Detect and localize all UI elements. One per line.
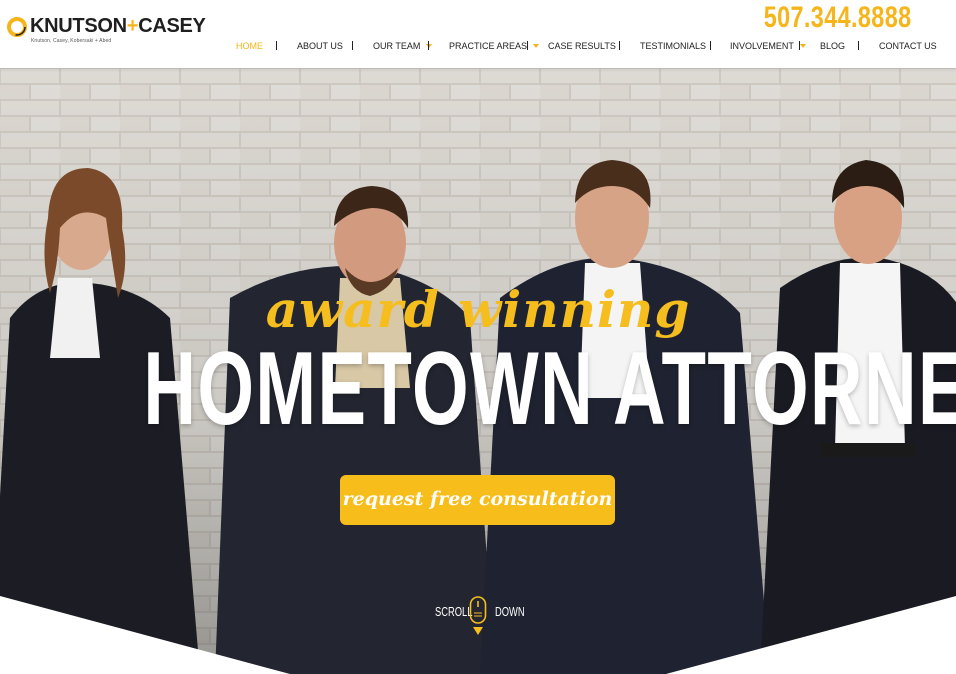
phone-number[interactable]: 507.344.8888 [764,1,912,35]
site-header: KNUTSON+CASEY Knutson, Casey, Kobersaki … [0,0,956,68]
nav-divider [428,41,429,50]
nav-item-involvement[interactable]: INVOLVEMENT [730,40,806,52]
scroll-label: SCROLL [435,604,473,619]
nav-divider [799,41,800,50]
nav-item-practice-areas-label: PRACTICE AREAS [449,41,528,51]
nav-item-case-results[interactable]: CASE RESULTS [548,40,616,52]
site-logo[interactable]: KNUTSON+CASEY Knutson, Casey, Kobersaki … [6,14,206,46]
nav-divider [619,41,620,50]
mouse-scroll-icon [469,596,487,635]
hero-headline: HOMETOWN ATTORNEYS [143,331,956,447]
logo-plus: + [126,15,139,37]
nav-divider [858,41,859,50]
ring-logo-icon [7,17,27,37]
nav-item-practice-areas[interactable]: PRACTICE AREAS [449,40,540,52]
nav-item-blog[interactable]: BLOG [820,40,845,52]
nav-item-contact-us[interactable]: CONTACT US [879,40,937,52]
down-label: DOWN [495,604,525,619]
caret-down-icon [799,44,806,48]
nav-divider [527,41,528,50]
nav-item-our-team-label: OUR TEAM [373,41,421,51]
nav-divider [352,41,353,50]
nav-item-involvement-label: INVOLVEMENT [730,41,794,51]
request-consultation-button[interactable]: request free consultation [340,475,615,525]
scroll-down-indicator[interactable]: SCROLL DOWN [0,596,956,640]
nav-divider [710,41,711,50]
nav-item-about-us[interactable]: ABOUT US [297,40,343,52]
nav-item-home[interactable]: HOME [236,40,263,52]
logo-subline: Knutson, Casey, Kobersaki + Abed [31,38,112,44]
nav-item-testimonials[interactable]: TESTIMONIALS [640,40,706,52]
hero-banner: award winning HOMETOWN ATTORNEYS request… [0,68,956,674]
logo-name-left: KNUTSON [30,15,127,37]
logo-name-right: CASEY [138,15,206,37]
nav-item-our-team[interactable]: OUR TEAM [373,40,433,52]
logo-wordmark: KNUTSON+CASEY [30,15,206,38]
nav-divider [276,41,277,50]
caret-down-icon [533,44,540,48]
